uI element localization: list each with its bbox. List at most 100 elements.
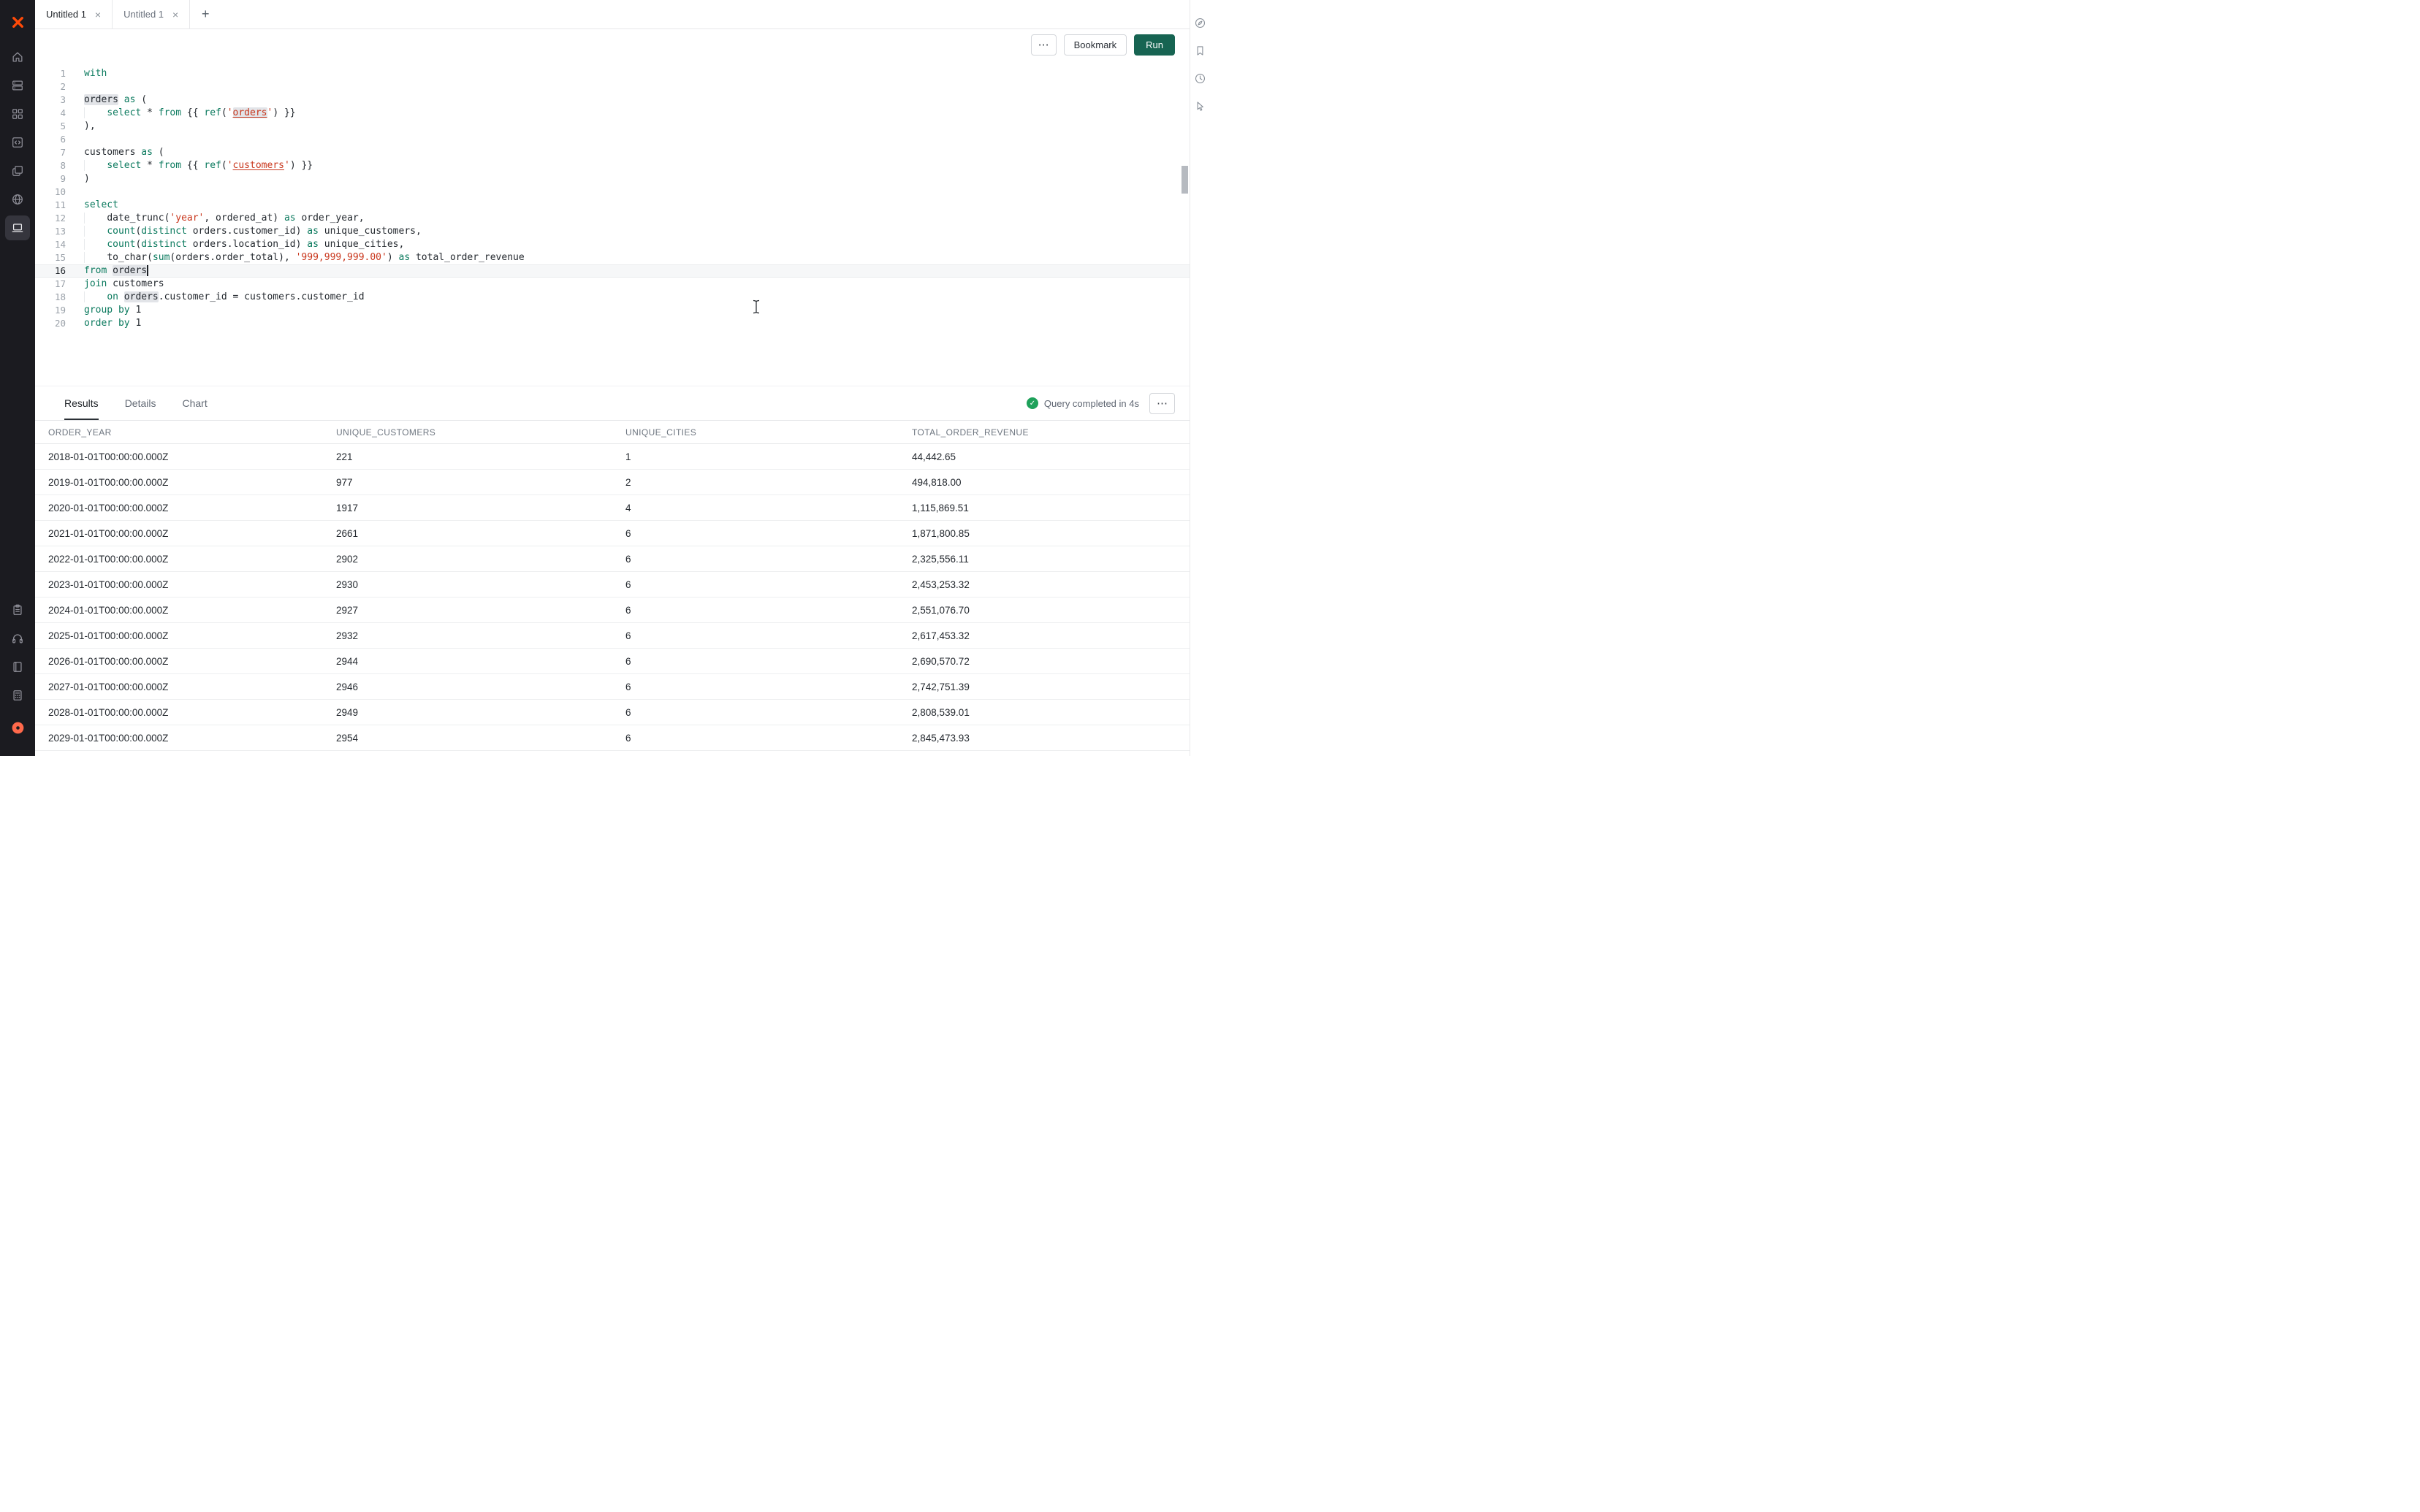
sql-editor[interactable]: 1with23orders as (4 select * from {{ ref… xyxy=(35,60,1190,386)
code-line-8[interactable]: 8 select * from {{ ref('customers') }} xyxy=(35,159,1190,172)
code-line-5[interactable]: 5), xyxy=(35,120,1190,133)
column-header[interactable]: UNIQUE_CITIES xyxy=(612,421,899,444)
code-line-11[interactable]: 11select xyxy=(35,199,1190,212)
table-cell: 221 xyxy=(323,444,612,470)
table-row[interactable]: 2030-01-01T00:00:00.000Z287961,841,049.3… xyxy=(35,751,1190,757)
results-tab-chart[interactable]: Chart xyxy=(182,386,207,420)
code-line-7[interactable]: 7customers as ( xyxy=(35,146,1190,159)
panel-history[interactable] xyxy=(1192,70,1209,86)
run-button[interactable]: Run xyxy=(1134,34,1175,56)
results-tab-results[interactable]: Results xyxy=(64,386,99,420)
nav-data[interactable] xyxy=(5,73,30,98)
code-text: customers as ( xyxy=(66,146,1190,159)
nav-tasks[interactable] xyxy=(5,597,30,622)
code-text: order by 1 xyxy=(66,317,1190,330)
table-cell: 1,841,049.32 xyxy=(899,751,1190,757)
code-line-2[interactable]: 2 xyxy=(35,80,1190,93)
code-line-15[interactable]: 15 to_char(sum(orders.order_total), '999… xyxy=(35,251,1190,264)
app-logo[interactable] xyxy=(5,9,30,34)
toolbar: ⋯ Bookmark Run xyxy=(35,29,1190,60)
panel-inspect[interactable] xyxy=(1192,98,1209,114)
editor-tab-2[interactable]: Untitled 1× xyxy=(113,0,190,28)
table-row[interactable]: 2020-01-01T00:00:00.000Z191741,115,869.5… xyxy=(35,495,1190,521)
panel-bookmarks[interactable] xyxy=(1192,42,1209,58)
line-number: 5 xyxy=(35,120,66,133)
table-row[interactable]: 2019-01-01T00:00:00.000Z9772494,818.00 xyxy=(35,470,1190,495)
code-line-3[interactable]: 3orders as ( xyxy=(35,93,1190,107)
results-tab-details[interactable]: Details xyxy=(125,386,156,420)
tab-close-icon[interactable]: × xyxy=(172,9,178,20)
table-cell: 44,442.65 xyxy=(899,444,1190,470)
table-row[interactable]: 2028-01-01T00:00:00.000Z294962,808,539.0… xyxy=(35,700,1190,725)
line-number: 12 xyxy=(35,212,66,225)
code-line-14[interactable]: 14 count(distinct orders.location_id) as… xyxy=(35,238,1190,251)
dbt-logo-icon xyxy=(10,720,26,736)
nav-home[interactable] xyxy=(5,45,30,69)
nav-support[interactable] xyxy=(5,626,30,651)
text-caret xyxy=(147,265,148,276)
code-text: orders as ( xyxy=(66,93,1190,107)
table-row[interactable]: 2022-01-01T00:00:00.000Z290262,325,556.1… xyxy=(35,546,1190,572)
more-options-button[interactable]: ⋯ xyxy=(1031,34,1057,56)
code-line-12[interactable]: 12 date_trunc('year', ordered_at) as ord… xyxy=(35,212,1190,225)
table-cell: 2,742,751.39 xyxy=(899,674,1190,700)
table-row[interactable]: 2025-01-01T00:00:00.000Z293262,617,453.3… xyxy=(35,623,1190,649)
code-lines: 1with23orders as (4 select * from {{ ref… xyxy=(35,67,1190,330)
code-text xyxy=(66,133,1190,146)
code-line-13[interactable]: 13 count(distinct orders.customer_id) as… xyxy=(35,225,1190,238)
code-line-9[interactable]: 9) xyxy=(35,172,1190,186)
table-cell: 2023-01-01T00:00:00.000Z xyxy=(35,572,323,597)
bookmark-button[interactable]: Bookmark xyxy=(1064,34,1127,56)
code-line-10[interactable]: 10 xyxy=(35,186,1190,199)
table-row[interactable]: 2018-01-01T00:00:00.000Z221144,442.65 xyxy=(35,444,1190,470)
code-line-19[interactable]: 19group by 1 xyxy=(35,304,1190,317)
code-text: ), xyxy=(66,120,1190,133)
line-number: 18 xyxy=(35,291,66,304)
line-number: 2 xyxy=(35,80,66,93)
code-text: date_trunc('year', ordered_at) as order_… xyxy=(66,212,1190,225)
table-row[interactable]: 2023-01-01T00:00:00.000Z293062,453,253.3… xyxy=(35,572,1190,597)
nav-apps[interactable] xyxy=(5,102,30,126)
nav-explore[interactable] xyxy=(5,187,30,212)
table-row[interactable]: 2027-01-01T00:00:00.000Z294662,742,751.3… xyxy=(35,674,1190,700)
column-header[interactable]: UNIQUE_CUSTOMERS xyxy=(323,421,612,444)
table-cell: 6 xyxy=(612,700,899,725)
column-header[interactable]: ORDER_YEAR xyxy=(35,421,323,444)
table-row[interactable]: 2024-01-01T00:00:00.000Z292762,551,076.7… xyxy=(35,597,1190,623)
column-header[interactable]: TOTAL_ORDER_REVENUE xyxy=(899,421,1190,444)
line-number: 13 xyxy=(35,225,66,238)
nav-code[interactable] xyxy=(5,130,30,155)
code-line-1[interactable]: 1with xyxy=(35,67,1190,80)
code-line-16[interactable]: 16from orders xyxy=(35,264,1190,278)
nav-windows[interactable] xyxy=(5,159,30,183)
code-line-18[interactable]: 18 on orders.customer_id = customers.cus… xyxy=(35,291,1190,304)
nav-docs[interactable] xyxy=(5,654,30,679)
line-number: 14 xyxy=(35,238,66,251)
code-text xyxy=(66,80,1190,93)
scrollbar-thumb[interactable] xyxy=(1182,166,1188,194)
panel-explore[interactable] xyxy=(1192,15,1209,31)
table-cell: 2932 xyxy=(323,623,612,649)
new-tab-button[interactable]: + xyxy=(190,0,221,28)
table-row[interactable]: 2026-01-01T00:00:00.000Z294462,690,570.7… xyxy=(35,649,1190,674)
code-line-6[interactable]: 6 xyxy=(35,133,1190,146)
dbt-logo[interactable] xyxy=(5,715,30,740)
clipboard-icon xyxy=(11,603,24,616)
nav-workspace[interactable] xyxy=(5,215,30,240)
nav-tools[interactable] xyxy=(5,683,30,708)
line-number: 8 xyxy=(35,159,66,172)
results-more-button[interactable]: ⋯ xyxy=(1149,393,1175,414)
table-cell: 6 xyxy=(612,572,899,597)
bookmark-icon xyxy=(1194,45,1206,57)
code-text: on orders.customer_id = customers.custom… xyxy=(66,291,1190,304)
code-text: select xyxy=(66,199,1190,212)
editor-tab-1[interactable]: Untitled 1× xyxy=(35,0,113,28)
tab-close-icon[interactable]: × xyxy=(95,9,101,20)
editor-scrollbar[interactable] xyxy=(1181,60,1188,386)
table-cell: 6 xyxy=(612,751,899,757)
code-line-20[interactable]: 20order by 1 xyxy=(35,317,1190,330)
table-row[interactable]: 2029-01-01T00:00:00.000Z295462,845,473.9… xyxy=(35,725,1190,751)
code-line-4[interactable]: 4 select * from {{ ref('orders') }} xyxy=(35,107,1190,120)
code-line-17[interactable]: 17join customers xyxy=(35,278,1190,291)
table-row[interactable]: 2021-01-01T00:00:00.000Z266161,871,800.8… xyxy=(35,521,1190,546)
